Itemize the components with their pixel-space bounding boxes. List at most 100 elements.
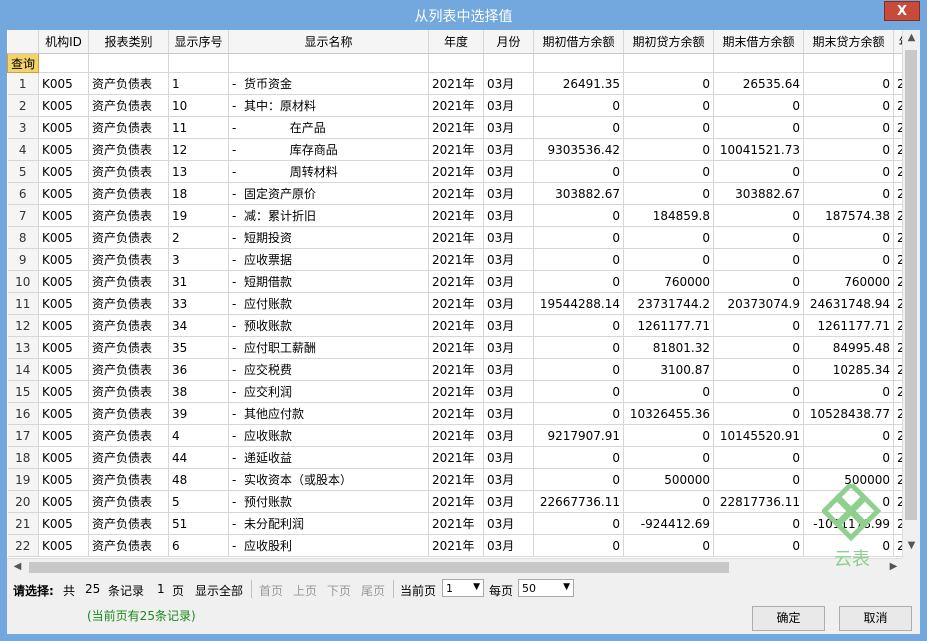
cell-open-credit[interactable]: 500000 xyxy=(623,468,714,491)
cell-category[interactable]: 资产负债表 xyxy=(88,336,169,359)
cell-name[interactable]: - 库存商品 xyxy=(228,138,429,161)
cell-close-debit[interactable]: 0 xyxy=(713,94,804,117)
cell-name[interactable]: - 其中：原材料 xyxy=(228,94,429,117)
first-page-button[interactable]: 首页 xyxy=(259,582,283,599)
cell-close-debit[interactable]: 0 xyxy=(713,358,804,381)
filter-cell[interactable] xyxy=(168,53,229,73)
cell-open-credit[interactable]: 3100.87 xyxy=(623,358,714,381)
cell-month[interactable]: 03月 xyxy=(483,138,534,161)
table-row[interactable]: 19 K005 资产负债表 48- 实收资本（或股本） 2021年 03月 0 500000 0… xyxy=(7,468,917,491)
cell-org[interactable]: K005 xyxy=(38,182,89,205)
cell-close-credit[interactable]: 760000 xyxy=(803,270,894,293)
cell-close-debit[interactable]: 303882.67 xyxy=(713,182,804,205)
cell-seq[interactable]: 19 xyxy=(168,204,229,227)
cell-category[interactable]: 资产负债表 xyxy=(88,380,169,403)
cell-seq[interactable]: 39 xyxy=(168,402,229,425)
table-row[interactable]: 10 K005 资产负债表 31- 短期借款 2021年 03月 0 760000 0 76000… xyxy=(7,270,917,293)
cell-year[interactable]: 2021年 xyxy=(428,226,484,249)
cell-year[interactable]: 2021年 xyxy=(428,314,484,337)
filter-cell[interactable] xyxy=(88,53,169,73)
cell-category[interactable]: 资产负债表 xyxy=(88,490,169,513)
cell-category[interactable]: 资产负债表 xyxy=(88,270,169,293)
col-header-org[interactable]: 机构ID xyxy=(38,30,89,54)
cell-close-debit[interactable]: 0 xyxy=(713,116,804,139)
cell-name[interactable]: - 预付账款 xyxy=(228,490,429,513)
cell-open-debit[interactable]: 0 xyxy=(533,248,624,271)
cell-org[interactable]: K005 xyxy=(38,292,89,315)
cell-open-credit[interactable]: 760000 xyxy=(623,270,714,293)
cell-year[interactable]: 2021年 xyxy=(428,534,484,557)
scroll-right-icon[interactable]: ▶ xyxy=(885,561,902,572)
cell-close-debit[interactable]: 0 xyxy=(713,226,804,249)
cell-seq[interactable]: 34 xyxy=(168,314,229,337)
cell-org[interactable]: K005 xyxy=(38,380,89,403)
cell-org[interactable]: K005 xyxy=(38,72,89,95)
cell-org[interactable]: K005 xyxy=(38,490,89,513)
cell-open-credit[interactable]: 0 xyxy=(623,116,714,139)
cell-year[interactable]: 2021年 xyxy=(428,468,484,491)
cell-open-credit[interactable]: 0 xyxy=(623,490,714,513)
cell-name[interactable]: - 未分配利润 xyxy=(228,512,429,535)
col-header-close-credit[interactable]: 期末贷方余额 xyxy=(803,30,894,54)
cell-seq[interactable]: 10 xyxy=(168,94,229,117)
cell-org[interactable]: K005 xyxy=(38,534,89,557)
cell-open-debit[interactable]: 0 xyxy=(533,314,624,337)
cell-open-debit[interactable]: 0 xyxy=(533,204,624,227)
cell-seq[interactable]: 44 xyxy=(168,446,229,469)
cell-month[interactable]: 03月 xyxy=(483,512,534,535)
col-header-name[interactable]: 显示名称 xyxy=(228,30,429,54)
col-header-open-debit[interactable]: 期初借方余额 xyxy=(533,30,624,54)
cell-name[interactable]: - 固定资产原价 xyxy=(228,182,429,205)
cell-close-credit[interactable]: 10285.34 xyxy=(803,358,894,381)
col-header-open-credit[interactable]: 期初贷方余额 xyxy=(623,30,714,54)
cell-year[interactable]: 2021年 xyxy=(428,182,484,205)
cell-open-debit[interactable]: 303882.67 xyxy=(533,182,624,205)
cell-close-credit[interactable]: 0 xyxy=(803,160,894,183)
cell-name[interactable]: - 周转材料 xyxy=(228,160,429,183)
cell-year[interactable]: 2021年 xyxy=(428,116,484,139)
cell-category[interactable]: 资产负债表 xyxy=(88,358,169,381)
cell-month[interactable]: 03月 xyxy=(483,226,534,249)
cell-category[interactable]: 资产负债表 xyxy=(88,182,169,205)
table-row[interactable]: 2K005资产负债表10- 其中：原材料2021年03月000020 xyxy=(7,94,917,117)
cell-close-debit[interactable]: 10145520.91 xyxy=(713,424,804,447)
cell-org[interactable]: K005 xyxy=(38,314,89,337)
cell-close-credit[interactable]: 187574.38 xyxy=(803,204,894,227)
col-header-seq[interactable]: 显示序号 xyxy=(168,30,229,54)
col-header-year[interactable]: 年度 xyxy=(428,30,484,54)
scroll-left-icon[interactable]: ◀ xyxy=(9,561,26,572)
cell-org[interactable]: K005 xyxy=(38,94,89,117)
cell-name[interactable]: - 在产品 xyxy=(228,116,429,139)
cell-month[interactable]: 03月 xyxy=(483,534,534,557)
filter-cell[interactable] xyxy=(623,53,714,73)
col-header-close-debit[interactable]: 期末借方余额 xyxy=(713,30,804,54)
cell-year[interactable]: 2021年 xyxy=(428,512,484,535)
cell-name[interactable]: - 应收账款 xyxy=(228,424,429,447)
title-bar[interactable]: 从列表中选择值 X xyxy=(0,0,927,30)
cell-year[interactable]: 2021年 xyxy=(428,248,484,271)
table-row[interactable]: 11 K005 资产负债表 33- 应付账款 2021年 03月 19544288.14 23… xyxy=(7,292,917,315)
cell-open-debit[interactable]: 0 xyxy=(533,358,624,381)
cell-seq[interactable]: 4 xyxy=(168,424,229,447)
cell-org[interactable]: K005 xyxy=(38,248,89,271)
cell-category[interactable]: 资产负债表 xyxy=(88,94,169,117)
cell-year[interactable]: 2021年 xyxy=(428,380,484,403)
cell-close-credit[interactable]: 0 xyxy=(803,138,894,161)
cell-open-debit[interactable]: 0 xyxy=(533,402,624,425)
cell-name[interactable]: - 应收股利 xyxy=(228,534,429,557)
cell-open-debit[interactable]: 0 xyxy=(533,226,624,249)
cell-year[interactable]: 2021年 xyxy=(428,358,484,381)
cell-open-debit[interactable]: 0 xyxy=(533,512,624,535)
cell-open-credit[interactable]: 1261177.71 xyxy=(623,314,714,337)
cell-open-debit[interactable]: 22667736.11 xyxy=(533,490,624,513)
cell-year[interactable]: 2021年 xyxy=(428,160,484,183)
cell-close-credit[interactable]: 24631748.94 xyxy=(803,292,894,315)
cell-open-credit[interactable]: 0 xyxy=(623,182,714,205)
cell-org[interactable]: K005 xyxy=(38,446,89,469)
cell-seq[interactable]: 31 xyxy=(168,270,229,293)
table-row[interactable]: 6 K005 资产负债表 18- 固定资产原价 2021年 03月 303882.67 0 30… xyxy=(7,182,917,205)
cell-category[interactable]: 资产负债表 xyxy=(88,402,169,425)
cell-seq[interactable]: 6 xyxy=(168,534,229,557)
prev-page-button[interactable]: 上页 xyxy=(293,582,317,599)
cell-open-credit[interactable]: 0 xyxy=(623,138,714,161)
